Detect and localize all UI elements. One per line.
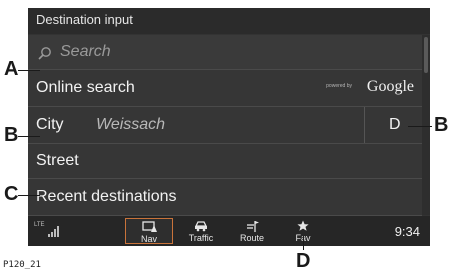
traffic-button[interactable]: Traffic <box>177 218 225 244</box>
infotainment-screen: Destination input Search Online search p… <box>28 8 430 246</box>
callout-d: D <box>296 250 311 272</box>
star-icon <box>297 220 309 231</box>
callout-line-b-right <box>408 126 432 127</box>
clock: 9:34 <box>394 224 420 239</box>
route-label: Route <box>239 233 265 243</box>
title-bar: Destination input <box>28 8 430 34</box>
callout-line-a <box>18 70 40 71</box>
search-field[interactable]: Search <box>28 35 422 70</box>
page-title: Destination input <box>36 12 133 27</box>
signal-icon <box>48 226 59 237</box>
route-button[interactable]: Route <box>228 218 276 244</box>
callout-line-c <box>18 195 40 196</box>
city-label: City <box>36 116 64 133</box>
recent-destinations-label: Recent destinations <box>36 188 177 205</box>
street-item[interactable]: Street <box>28 144 422 179</box>
scrollbar[interactable] <box>422 35 430 215</box>
country-code: D <box>389 116 401 133</box>
figure-canvas: Destination input Search Online search p… <box>0 0 454 276</box>
figure-reference: P120_21 <box>3 260 41 270</box>
recent-destinations-item[interactable]: Recent destinations <box>28 179 422 216</box>
callout-c: C <box>4 183 19 205</box>
city-item[interactable]: City Weissach D <box>28 107 422 144</box>
nav-button[interactable]: Nav <box>125 218 173 244</box>
online-search-item[interactable]: Online search powered by Google <box>28 70 422 107</box>
scrollbar-thumb[interactable] <box>424 37 428 73</box>
callout-a: A <box>4 58 19 80</box>
callout-line-d <box>303 236 304 250</box>
search-placeholder: Search <box>60 43 111 60</box>
flag-icon <box>247 221 259 232</box>
nav-label: Nav <box>140 234 157 244</box>
powered-by-text: powered by <box>326 83 352 89</box>
callout-line-b-left <box>18 136 40 137</box>
nav-icon <box>142 221 157 232</box>
callout-b: B <box>4 124 19 146</box>
online-search-label: Online search <box>36 79 135 96</box>
car-icon <box>194 221 208 232</box>
callout-b: B <box>434 114 449 136</box>
country-button[interactable]: D <box>365 107 422 143</box>
street-label: Street <box>36 152 79 169</box>
google-logo: Google <box>366 78 414 95</box>
search-icon <box>38 47 51 60</box>
network-indicator: LTE <box>34 222 45 228</box>
city-value: Weissach <box>96 116 166 133</box>
traffic-label: Traffic <box>188 233 214 243</box>
bottom-bar: LTE Nav Traffic Route 9:34 <box>28 216 430 246</box>
